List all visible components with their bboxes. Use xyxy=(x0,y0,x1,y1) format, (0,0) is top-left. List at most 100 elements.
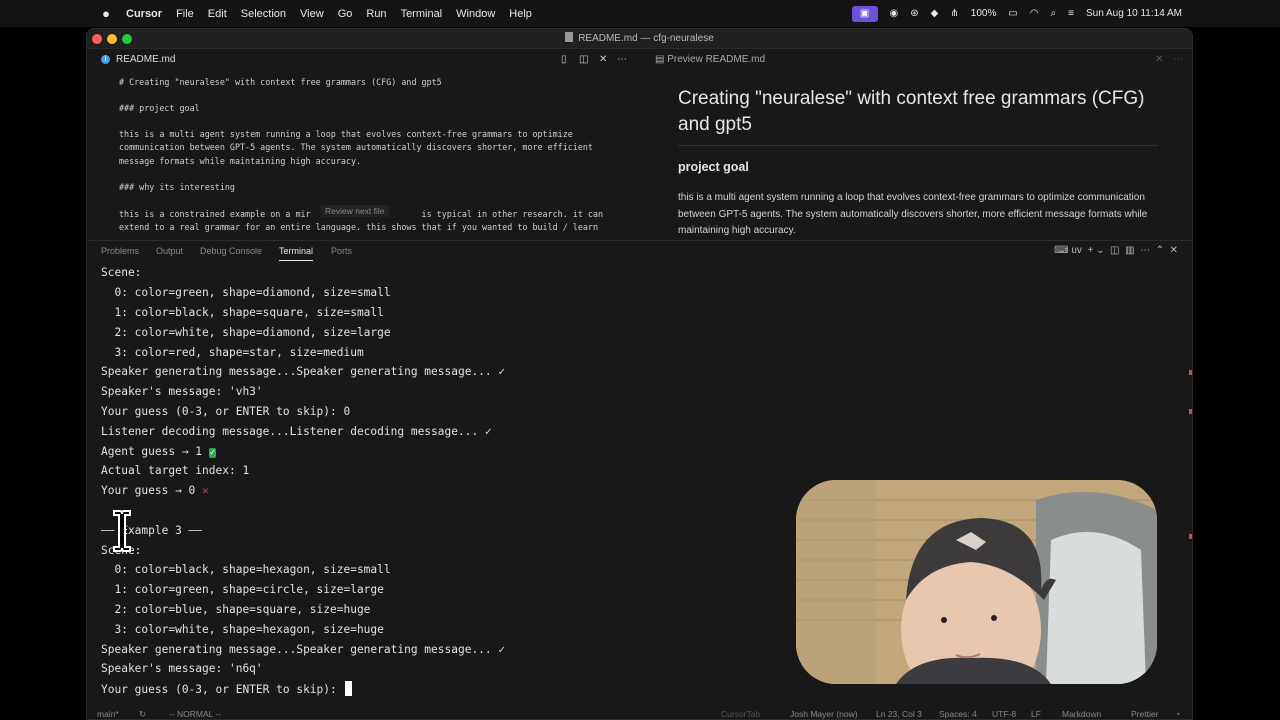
terminal-line: 0: color=green, shape=diamond, size=smal… xyxy=(101,286,391,299)
vim-mode: -- NORMAL -- xyxy=(169,709,222,719)
preview-more-icon[interactable]: ⋯ xyxy=(1173,54,1183,65)
tab-preview-readme[interactable]: ▤ Preview README.md xyxy=(655,54,765,65)
battery-icon[interactable]: ▭ xyxy=(1008,8,1017,19)
panel-tab-bar: Problems Output Debug Console Terminal P… xyxy=(87,240,1192,262)
review-next-file-hint[interactable]: Review next file xyxy=(321,205,389,217)
tab-output[interactable]: Output xyxy=(156,246,183,256)
extension-icon[interactable]: ⊛ xyxy=(910,8,918,19)
close-panel-icon[interactable]: ✕ xyxy=(1167,245,1178,256)
preview-heading: project goal xyxy=(678,160,749,174)
open-preview-icon[interactable]: ▯ xyxy=(561,54,567,65)
git-blame[interactable]: Josh Mayer (now) xyxy=(790,709,858,719)
preview-paragraph: this is a multi agent system running a l… xyxy=(678,192,1148,236)
indentation[interactable]: Spaces: 4 xyxy=(939,709,977,719)
terminal-line: Listener decoding message...Listener dec… xyxy=(101,425,492,438)
control-center-icon[interactable]: ≡ xyxy=(1068,8,1074,19)
code-line: # Creating "neuralese" with context free… xyxy=(119,77,442,87)
new-terminal-icon[interactable]: + xyxy=(1085,245,1093,256)
code-line: ### why its interesting xyxy=(119,182,235,192)
clock[interactable]: Sun Aug 10 11:14 AM xyxy=(1086,8,1182,19)
language-mode[interactable]: Markdown xyxy=(1062,709,1101,719)
shortcut-icon[interactable]: ◆ xyxy=(931,8,939,19)
terminal-line: 3: color=red, shape=star, size=medium xyxy=(101,346,364,359)
panel-actions: ⌨ uv + ⌄ ◫ ▥ ⋯ ⌃ ✕ xyxy=(1054,245,1178,256)
scrollbar-marker xyxy=(1189,409,1192,414)
terminal-line: 3: color=white, shape=hexagon, size=huge xyxy=(101,623,384,636)
menu-edit[interactable]: Edit xyxy=(208,8,227,20)
terminal-icon[interactable]: ⌨ xyxy=(1054,245,1068,256)
menu-window[interactable]: Window xyxy=(456,8,495,20)
menu-selection[interactable]: Selection xyxy=(241,8,286,20)
preview-icon: ▤ xyxy=(655,54,668,65)
end-of-line[interactable]: LF xyxy=(1031,709,1041,719)
terminal-prompt-line[interactable]: Your guess (0-3, or ENTER to skip): xyxy=(101,681,353,698)
cross-icon: ✕ xyxy=(202,484,209,497)
terminal-line: 2: color=blue, shape=square, size=huge xyxy=(101,603,371,616)
terminal-line: Actual target index: 1 xyxy=(101,464,250,477)
tab-readme[interactable]: i README.md xyxy=(101,54,175,65)
terminal-line: 2: color=white, shape=diamond, size=larg… xyxy=(101,326,391,339)
formatter[interactable]: Prettier xyxy=(1131,709,1158,719)
tab-problems[interactable]: Problems xyxy=(101,246,139,256)
title-bar: README.md — cfg-neuralese xyxy=(87,29,1192,49)
window-title: README.md — cfg-neuralese xyxy=(87,32,1192,44)
text-cursor xyxy=(345,681,353,696)
trash-icon[interactable]: ▥ xyxy=(1122,245,1134,256)
menu-view[interactable]: View xyxy=(300,8,324,20)
cursor-tab-status[interactable]: CursorTab xyxy=(721,709,760,719)
encoding[interactable]: UTF-8 xyxy=(992,709,1016,719)
terminal-line: 0: color=black, shape=hexagon, size=smal… xyxy=(101,563,391,576)
shell-name[interactable]: uv xyxy=(1071,245,1082,256)
terminal-line: Speaker's message: 'n6q' xyxy=(101,662,263,675)
code-line: communication between GPT-5 agents. The … xyxy=(119,142,593,152)
antenna-icon[interactable]: ⋔ xyxy=(950,8,958,19)
tab-ports[interactable]: Ports xyxy=(331,246,352,256)
scrollbar-marker xyxy=(1189,370,1192,375)
terminal-line: 1: color=green, shape=circle, size=large xyxy=(101,583,384,596)
split-editor-icon[interactable]: ◫ xyxy=(579,54,588,65)
more-actions-icon[interactable]: ⋯ xyxy=(1137,245,1150,256)
sync-icon[interactable]: ↻ xyxy=(139,709,146,719)
menu-file[interactable]: File xyxy=(176,8,194,20)
terminal-line: 1: color=black, shape=square, size=small xyxy=(101,306,384,319)
terminal-line: Your guess (0-3, or ENTER to skip): 0 xyxy=(101,405,351,418)
status-bar: main* ↻ -- NORMAL -- CursorTab Josh Maye… xyxy=(87,707,1192,719)
webcam-video xyxy=(796,480,1157,684)
markdown-editor[interactable]: # Creating "neuralese" with context free… xyxy=(87,72,647,240)
markdown-preview: Creating "neuralese" with context free g… xyxy=(647,72,1192,240)
document-icon xyxy=(565,32,574,42)
terminal-line: Agent guess → 1 ✓ xyxy=(101,444,217,461)
menu-go[interactable]: Go xyxy=(338,8,353,20)
close-tab-icon[interactable]: ✕ xyxy=(599,54,607,65)
menu-run[interactable]: Run xyxy=(366,8,386,20)
tab-debug-console[interactable]: Debug Console xyxy=(200,246,262,256)
search-icon[interactable]: ⌕ xyxy=(1051,8,1057,19)
branch-indicator[interactable]: main* xyxy=(97,709,119,719)
split-terminal-icon[interactable]: ◫ xyxy=(1107,245,1119,256)
webcam-overlay xyxy=(796,480,1157,684)
prompt-text: Your guess (0-3, or ENTER to skip): xyxy=(101,683,344,696)
code-line: message formats while maintaining high a… xyxy=(119,156,362,166)
screen-record-icon[interactable]: ▣ xyxy=(851,5,878,22)
menu-help[interactable]: Help xyxy=(509,8,532,20)
check-icon: ✓ xyxy=(208,448,217,458)
menu-bar: ● Cursor File Edit Selection View Go Run… xyxy=(0,0,1280,27)
wifi-icon[interactable]: ◠ xyxy=(1030,8,1039,19)
record-icon[interactable]: ◉ xyxy=(890,8,899,19)
menu-terminal[interactable]: Terminal xyxy=(401,8,443,20)
editor-tab-bar: i README.md ▯ ◫ ✕ ⋯ xyxy=(87,50,627,72)
code-line: ### project goal xyxy=(119,103,200,113)
tab-terminal[interactable]: Terminal xyxy=(279,246,314,261)
maximize-panel-icon[interactable]: ⌃ xyxy=(1153,245,1164,256)
battery-percentage: 100% xyxy=(970,8,997,19)
code-line: extend to a real grammar for an entire l… xyxy=(119,222,599,232)
chevron-down-icon[interactable]: ⌄ xyxy=(1096,245,1104,256)
more-actions-icon[interactable]: ⋯ xyxy=(617,54,627,65)
bell-icon[interactable]: ◔ xyxy=(1175,709,1180,719)
app-menu[interactable]: Cursor xyxy=(126,8,162,20)
close-preview-icon[interactable]: ✕ xyxy=(1155,54,1163,65)
ibeam-cursor-icon xyxy=(113,510,131,552)
scrollbar-marker xyxy=(1189,534,1192,539)
apple-menu-icon[interactable]: ● xyxy=(99,6,113,21)
cursor-position[interactable]: Ln 23, Col 3 xyxy=(876,709,922,719)
